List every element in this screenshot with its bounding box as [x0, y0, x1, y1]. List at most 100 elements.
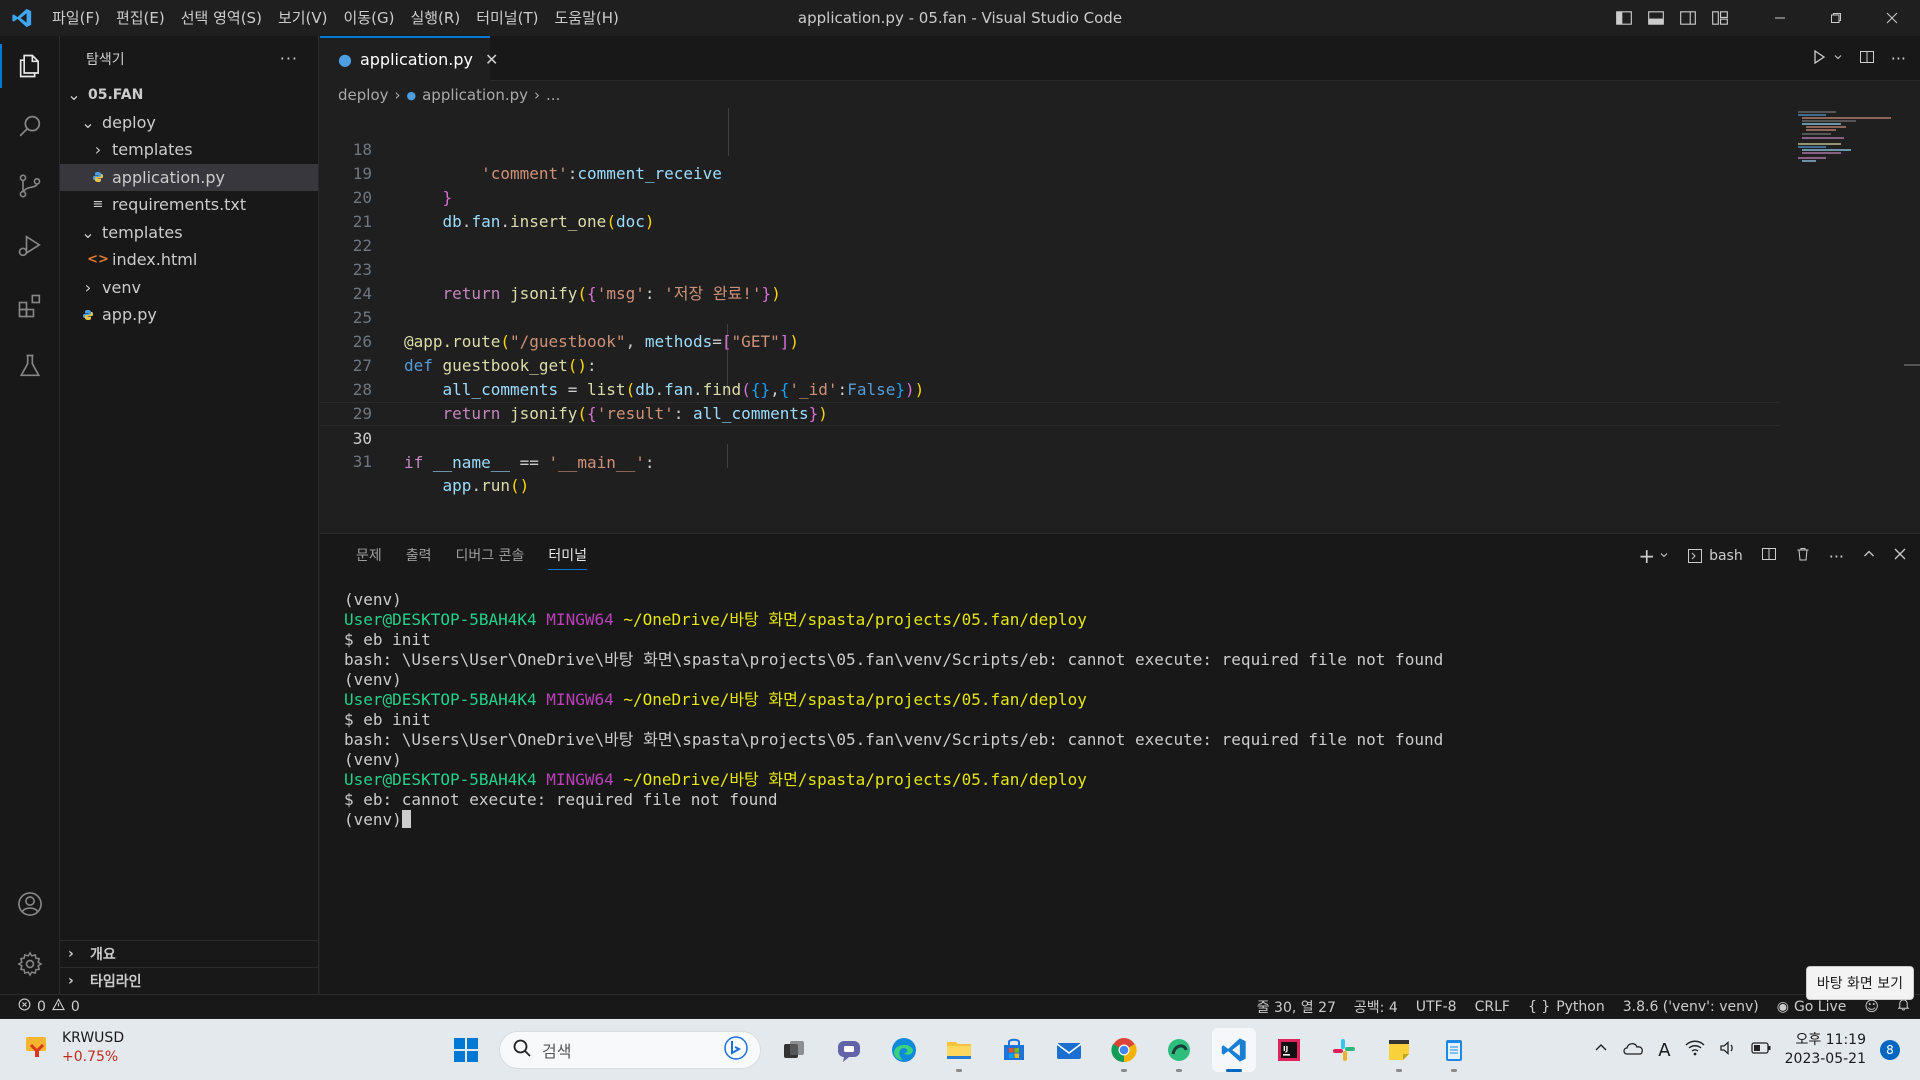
restore-button[interactable] [1808, 0, 1864, 36]
feedback-icon[interactable]: ☺ [1864, 999, 1879, 1015]
notification-count-badge[interactable]: 8 [1880, 1040, 1900, 1060]
tab-output[interactable]: 출력 [394, 534, 444, 578]
volume-icon[interactable] [1719, 1040, 1737, 1060]
microsoft-store-icon[interactable] [992, 1028, 1036, 1072]
code-line: 24 [352, 284, 372, 303]
search-icon[interactable] [0, 96, 60, 156]
testing-icon[interactable] [0, 336, 60, 396]
more-actions-icon[interactable]: ··· [280, 49, 298, 68]
tab-terminal[interactable]: 터미널 [536, 534, 599, 578]
terminal-shell-selector[interactable]: bash [1687, 548, 1743, 564]
vscode-taskbar-icon[interactable] [1212, 1028, 1256, 1072]
menu-help[interactable]: 도움말(H) [546, 5, 626, 31]
chevron-up-icon[interactable] [1594, 1041, 1608, 1059]
tree-item-requirements-txt[interactable]: ≡ requirements.txt [60, 191, 318, 219]
chrome-browser-icon[interactable] [1102, 1028, 1146, 1072]
menu-edit[interactable]: 편집(E) [108, 5, 173, 31]
tree-item-deploy-templates[interactable]: › templates [60, 136, 318, 164]
clock[interactable]: 오후 11:19 2023-05-21 [1785, 1031, 1866, 1069]
minimize-button[interactable] [1752, 0, 1808, 36]
slack-icon[interactable] [1322, 1028, 1366, 1072]
tree-item-deploy[interactable]: ⌄ deploy [60, 109, 318, 137]
tab-problems[interactable]: 문제 [344, 534, 394, 578]
menu-file[interactable]: 파일(F) [44, 5, 108, 31]
end-of-line[interactable]: CRLF [1475, 999, 1510, 1015]
chevron-down-icon[interactable] [1659, 548, 1669, 564]
mail-icon[interactable] [1047, 1028, 1091, 1072]
notifications-bell-icon[interactable] [1897, 998, 1910, 1015]
tree-root-folder[interactable]: ⌄ 05.FAN [60, 81, 318, 109]
explorer-icon[interactable] [0, 36, 60, 96]
scrollbar-position-marker[interactable] [1904, 364, 1920, 366]
close-tab-icon[interactable]: ✕ [485, 50, 498, 69]
tree-item-templates[interactable]: ⌄ templates [60, 219, 318, 247]
wifi-icon[interactable] [1685, 1040, 1705, 1060]
terminal-output[interactable]: (venv) User@DESKTOP-5BAH4K4 MINGW64 ~/On… [344, 590, 1443, 830]
task-view-icon[interactable] [772, 1028, 816, 1072]
new-terminal-plus-icon[interactable]: + [1638, 544, 1655, 568]
file-explorer-icon[interactable] [937, 1028, 981, 1072]
tree-item-app-py[interactable]: app.py [60, 301, 318, 329]
maximize-panel-icon[interactable] [1862, 547, 1876, 565]
go-live-button[interactable]: ◉ Go Live [1777, 999, 1847, 1015]
breadcrumb-file[interactable]: application.py [422, 86, 528, 104]
indentation[interactable]: 공백: 4 [1354, 997, 1398, 1017]
system-tray: A 오후 11:19 2023-05-21 8 [1594, 1027, 1900, 1073]
toggle-secondary-sidebar-icon[interactable] [1672, 0, 1704, 36]
problems-indicator[interactable]: 0 0 [18, 998, 80, 1015]
code-editor[interactable]: 18 'comment':comment_receive 19 } 20 db.… [320, 108, 1920, 532]
menu-view[interactable]: 보기(V) [270, 5, 336, 31]
more-actions-icon[interactable]: ··· [1829, 547, 1844, 566]
edge-browser-icon[interactable] [882, 1028, 926, 1072]
extensions-icon[interactable] [0, 276, 60, 336]
onedrive-cloud-icon[interactable] [1622, 1040, 1644, 1060]
tab-debug-console[interactable]: 디버그 콘솔 [444, 534, 537, 578]
source-control-icon[interactable] [0, 156, 60, 216]
intellij-icon[interactable]: IJ [1267, 1028, 1311, 1072]
close-window-button[interactable] [1864, 0, 1920, 36]
terminal-line: $ eb: cannot execute: required file not … [344, 790, 778, 809]
python-interpreter[interactable]: 3.8.6 ('venv': venv) [1623, 999, 1759, 1015]
toggle-primary-sidebar-icon[interactable] [1608, 0, 1640, 36]
tab-application-py[interactable]: ● application.py ✕ [320, 36, 498, 81]
run-python-file-icon[interactable] [1811, 49, 1827, 69]
anaconda-icon[interactable] [1157, 1028, 1201, 1072]
start-button[interactable] [444, 1028, 488, 1072]
close-panel-icon[interactable] [1894, 548, 1906, 564]
run-dropdown-icon[interactable] [1833, 51, 1843, 66]
timeline-section[interactable]: › 타임라인 [60, 967, 319, 994]
ime-language-icon[interactable]: A [1658, 1040, 1670, 1061]
accounts-icon[interactable] [0, 874, 60, 934]
minimap[interactable] [1796, 108, 1906, 188]
manage-gear-icon[interactable] [0, 934, 60, 994]
customize-layout-icon[interactable] [1704, 0, 1736, 36]
vscode-logo-icon[interactable] [0, 0, 44, 36]
notepad-icon[interactable] [1432, 1028, 1476, 1072]
cursor-position[interactable]: 줄 30, 열 27 [1257, 997, 1336, 1017]
tree-item-venv[interactable]: › venv [60, 274, 318, 302]
toggle-panel-icon[interactable] [1640, 0, 1672, 36]
language-mode[interactable]: { } Python [1528, 999, 1605, 1015]
taskbar-search[interactable]: 검색 [499, 1031, 761, 1069]
encoding[interactable]: UTF-8 [1416, 999, 1457, 1015]
menu-selection[interactable]: 선택 영역(S) [173, 5, 270, 31]
run-debug-icon[interactable] [0, 216, 60, 276]
sticky-notes-icon[interactable] [1377, 1028, 1421, 1072]
editor-tabs: ● application.py ✕ ··· [320, 36, 1920, 81]
tree-item-index-html[interactable]: <> index.html [60, 246, 318, 274]
teams-chat-icon[interactable] [827, 1028, 871, 1072]
battery-icon[interactable] [1750, 1041, 1771, 1059]
trash-icon[interactable] [1795, 546, 1811, 566]
tree-item-application-py[interactable]: application.py [60, 163, 318, 191]
menu-run[interactable]: 실행(R) [402, 5, 468, 31]
outline-section[interactable]: › 개요 [60, 940, 319, 967]
breadcrumb-symbol[interactable]: ... [546, 86, 560, 104]
breadcrumb-deploy[interactable]: deploy [338, 86, 389, 104]
more-actions-icon[interactable]: ··· [1891, 49, 1906, 68]
chevron-right-icon: › [534, 86, 541, 104]
menu-terminal[interactable]: 터미널(T) [468, 5, 546, 31]
split-editor-icon[interactable] [1859, 49, 1875, 69]
menu-go[interactable]: 이동(G) [336, 5, 403, 31]
split-terminal-icon[interactable] [1761, 546, 1777, 566]
stock-widget[interactable]: KRWUSD +0.75% [22, 1029, 124, 1067]
